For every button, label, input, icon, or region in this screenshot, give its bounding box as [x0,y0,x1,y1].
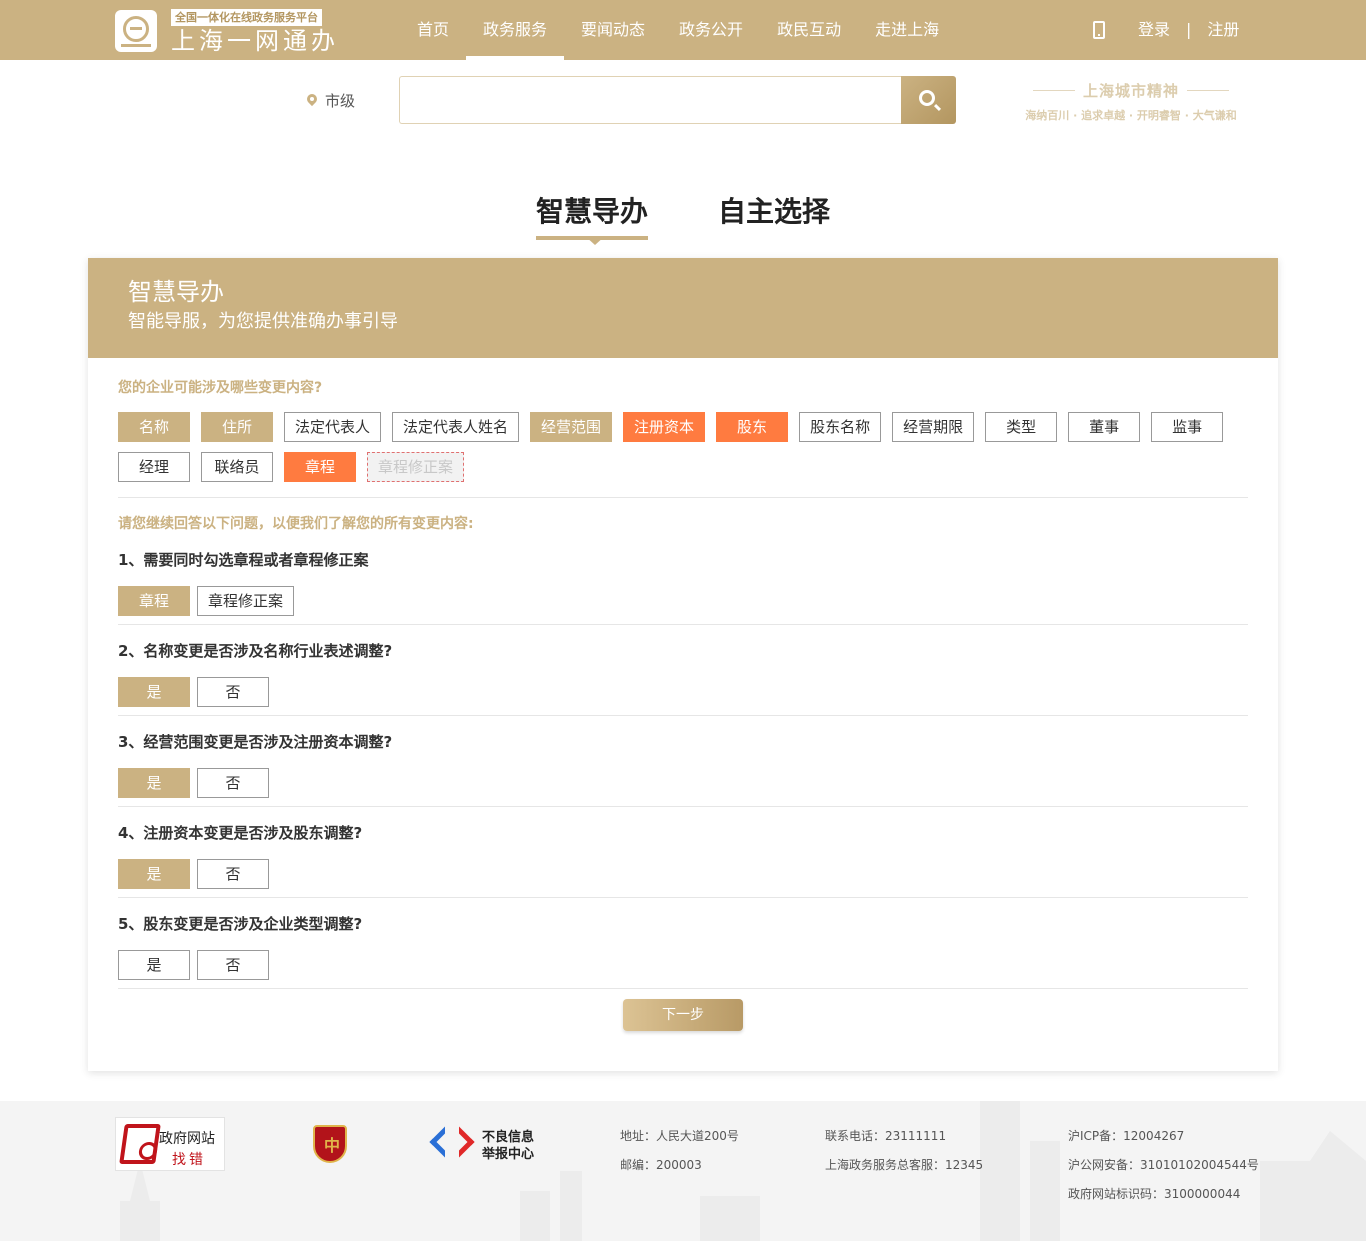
nav-home[interactable]: 首页 [400,0,466,60]
divider [118,497,1248,498]
change-tag[interactable]: 联络员 [201,452,273,482]
register-link[interactable]: 注册 [1207,20,1239,40]
logo-title[interactable]: 上海一网通办 [171,27,339,55]
gov-site-error-report-logo[interactable]: 政府网站 找错 [115,1117,225,1171]
top-header: 全国一体化在线政务服务平台 上海一网通办 首页 政务服务 要闻动态 政务公开 政… [0,0,1366,60]
login-link[interactable]: 登录 [1138,20,1170,40]
question-block: 3、经营范围变更是否涉及注册资本调整? 是否 [118,716,1248,807]
change-tag[interactable]: 董事 [1068,412,1141,442]
question-text: 4、注册资本变更是否涉及股东调整? [118,824,363,842]
change-tags: 名称 住所 法定代表人 法定代表人姓名 经营范围 注册资本 股东 股东名称 经营期限 类型 董事 监事… [118,412,1228,482]
footer-address: 地址：人民大道200号 [620,1129,739,1143]
answer-option[interactable]: 是 [118,950,190,980]
answer-option[interactable]: 否 [197,768,269,798]
answer-options: 是否 [118,768,1248,798]
nav-about-shanghai[interactable]: 走进上海 [858,0,956,60]
change-tag[interactable]: 章程 [284,452,356,482]
answer-options: 章程 章程修正案 [118,586,1248,616]
main-nav: 首页 政务服务 要闻动态 政务公开 政民互动 走进上海 [400,0,956,60]
change-tag: 章程修正案 [367,452,465,482]
panel-title: 智慧导办 [128,278,224,306]
nav-gov-services[interactable]: 政务服务 [466,0,565,60]
location-selector[interactable]: 市级 [307,90,355,111]
footer-icp[interactable]: 沪ICP备：12004267 [1068,1127,1184,1145]
answer-option[interactable]: 是 [118,859,190,889]
search-button[interactable] [901,76,956,124]
answer-option[interactable]: 是 [118,768,190,798]
slogan-sub: 海纳百川 · 追求卓越 · 开明睿智 · 大气谦和 [1025,109,1237,122]
answer-option[interactable]: 章程修正案 [197,586,295,616]
change-tag[interactable]: 股东名称 [799,412,882,442]
logo-tagline: 全国一体化在线政务服务平台 [171,9,322,26]
question-block: 4、注册资本变更是否涉及股东调整? 是否 [118,807,1248,898]
change-intro: 您的企业可能涉及哪些变更内容? [118,380,323,396]
smart-guide-panel: 智慧导办 智能导服，为您提供准确办事引导 您的企业可能涉及哪些变更内容? 名称住… [88,258,1278,1071]
answer-option[interactable]: 否 [197,859,269,889]
magnifier-icon [119,1124,161,1164]
change-tag[interactable]: 股东 [716,412,789,442]
panel-body: 您的企业可能涉及哪些变更内容? 名称 住所 法定代表人 法定代表人姓名 经营范围 注册资本… [88,358,1278,1031]
nav-gov-open[interactable]: 政务公开 [662,0,760,60]
location-label: 市级 [325,92,356,110]
slogan-title: 上海城市精神 [1010,80,1252,101]
panel-subtitle: 智能导服，为您提供准确办事引导 [128,311,398,332]
footer-postcode: 邮编：200003 [620,1158,702,1172]
answer-option[interactable]: 否 [197,950,269,980]
search-input[interactable] [399,76,902,124]
site-logo-icon[interactable] [115,10,157,52]
change-tag[interactable]: 监事 [1151,412,1224,442]
change-tag[interactable]: 经营范围 [530,412,613,442]
auth-links: 登录 | 注册 [1138,20,1239,40]
change-tag[interactable]: 注册资本 [623,412,706,442]
question-text: 2、名称变更是否涉及名称行业表述调整? [118,642,393,660]
footer-hotline: 上海政务服务总客服：12345 [825,1158,984,1172]
location-pin-icon [307,94,317,108]
answer-option[interactable]: 章程 [118,586,190,616]
question-list: 1、需要同时勾选章程或者章程修正案 章程 章程修正案 2、名称变更是否涉及名称行业表述… [118,534,1248,989]
change-tag[interactable]: 经营期限 [892,412,975,442]
footer-phone: 联系电话：23111111 [825,1129,947,1143]
next-step-button[interactable]: 下一步 [623,999,743,1031]
nav-news[interactable]: 要闻动态 [564,0,662,60]
answer-option[interactable]: 否 [197,677,269,707]
mobile-phone-icon[interactable] [1093,21,1105,39]
question-block: 1、需要同时勾选章程或者章程修正案章程 章程修正案 [118,534,1248,625]
city-slogan: 上海城市精神 海纳百川 · 追求卓越 · 开明睿智 · 大气谦和 [1010,80,1252,123]
question-text: 5、股东变更是否涉及企业类型调整? [118,915,363,933]
site-footer: 政府网站 找错 中 不良信息 举报中心 地址：人民大道200号 邮编：200003… [0,1101,1366,1241]
question-block: 2、名称变更是否涉及名称行业表述调整? 是否 [118,625,1248,716]
change-tag[interactable]: 名称 [118,412,190,442]
follow-up-intro: 请您继续回答以下问题，以便我们了解您的所有变更内容: [118,516,474,532]
answer-options: 是否 [118,859,1248,889]
panel-header: 智慧导办 智能导服，为您提供准确办事引导 [88,258,1278,358]
search-icon [919,90,935,106]
auth-separator: | [1186,20,1192,39]
footer-police-record[interactable]: 沪公网安备：31010102004544号 [1068,1156,1259,1174]
active-tab-caret [585,236,605,245]
change-tag[interactable]: 法定代表人姓名 [392,412,520,442]
tab-self-select[interactable]: 自主选择 [718,190,830,230]
answer-option[interactable]: 是 [118,677,190,707]
change-tag[interactable]: 类型 [985,412,1058,442]
tab-smart-guide[interactable]: 智慧导办 [536,190,649,240]
question-block: 5、股东变更是否涉及企业类型调整? 是否 [118,898,1248,989]
footer-site-id: 政府网站标识码：3100000044 [1068,1187,1241,1201]
change-tag[interactable]: 住所 [201,412,273,442]
change-tag[interactable]: 经理 [118,452,190,482]
answer-options: 是否 [118,950,1248,980]
question-text: 3、经营范围变更是否涉及注册资本调整? [118,733,393,751]
answer-options: 是否 [118,677,1248,707]
party-gov-badge-icon[interactable]: 中 [313,1125,347,1163]
question-text: 1、需要同时勾选章程或者章程修正案 [118,551,369,569]
nav-interaction[interactable]: 政民互动 [760,0,858,60]
change-tag[interactable]: 法定代表人 [284,412,382,442]
